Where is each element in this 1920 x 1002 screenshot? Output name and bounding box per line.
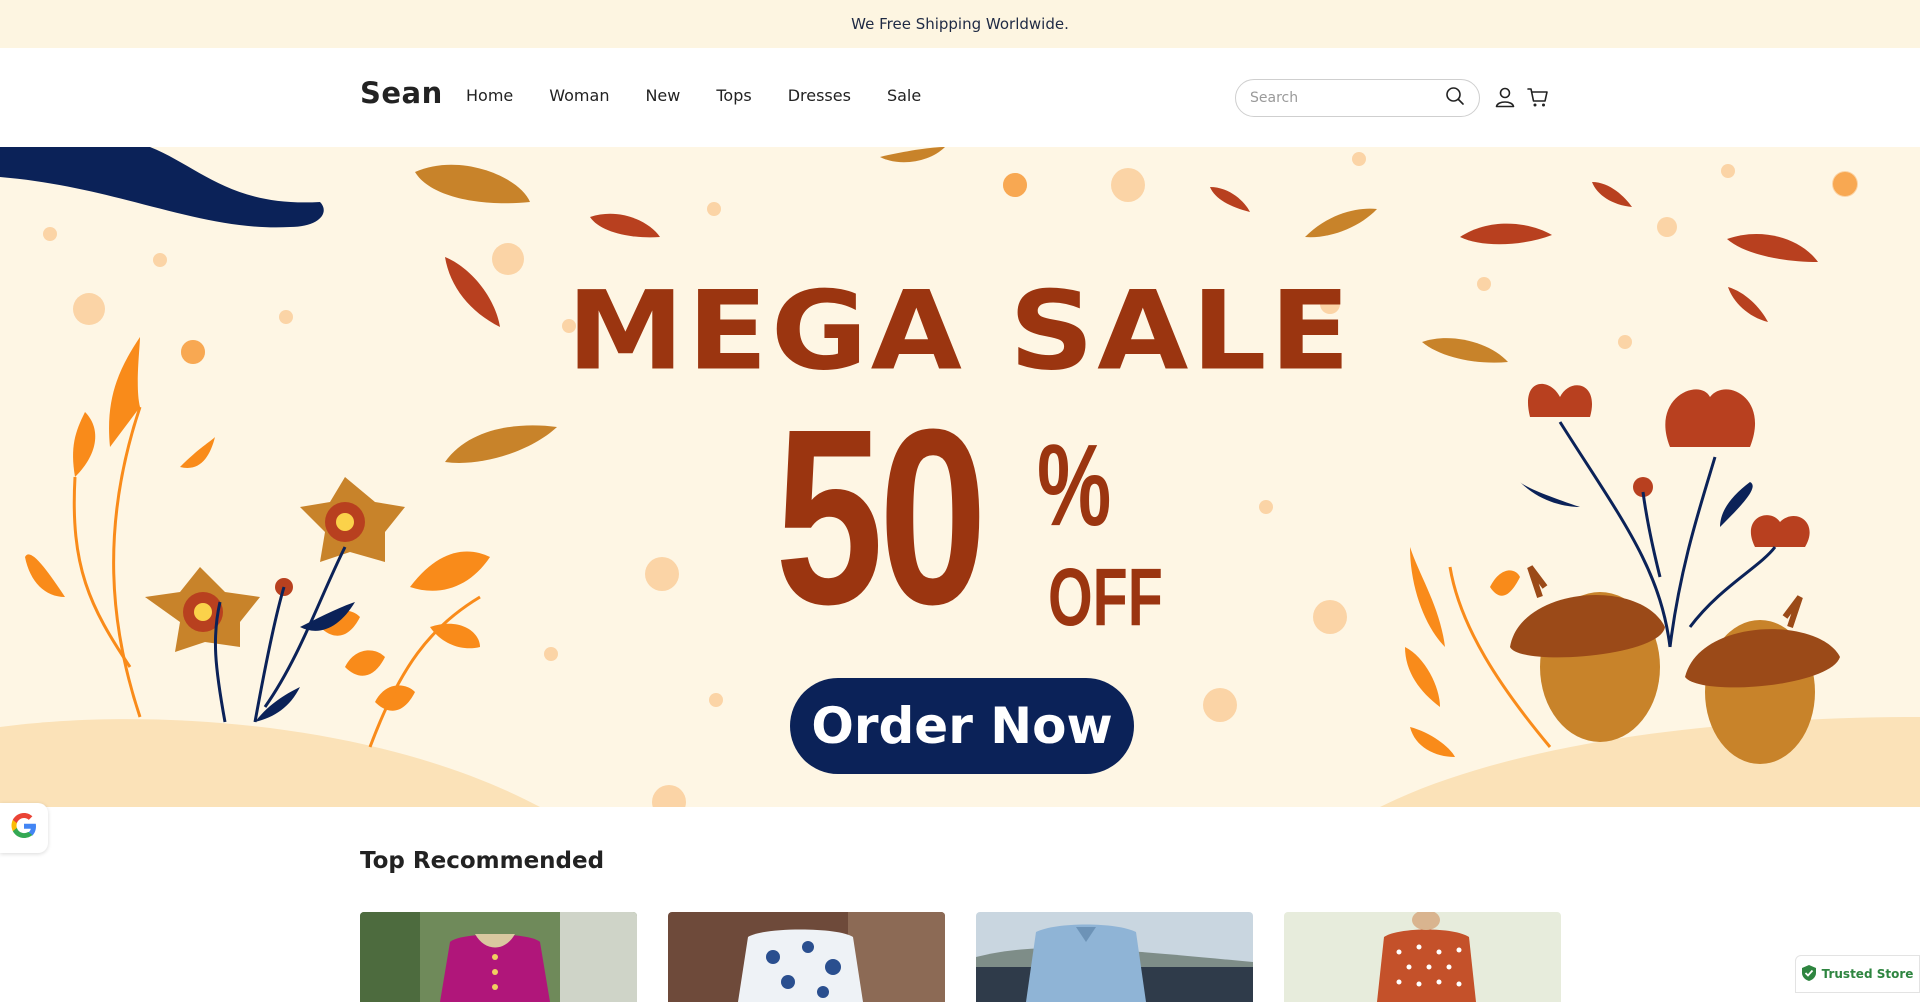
site-logo[interactable]: Sean xyxy=(360,76,443,110)
announcement-bar: We Free Shipping Worldwide. xyxy=(0,0,1920,48)
product-image-floral-dress[interactable] xyxy=(668,912,945,1002)
nav-dresses[interactable]: Dresses xyxy=(788,86,851,105)
section-title-top-recommended: Top Recommended xyxy=(360,848,605,874)
shield-check-icon xyxy=(1801,964,1816,984)
trusted-store-label: Trusted Store xyxy=(1821,967,1914,981)
nav-tops[interactable]: Tops xyxy=(716,86,751,105)
nav-sale[interactable]: Sale xyxy=(887,86,921,105)
cart-icon[interactable] xyxy=(1525,84,1551,110)
product-grid xyxy=(360,912,1561,1002)
trusted-store-badge[interactable]: Trusted Store xyxy=(1795,955,1920,993)
google-icon xyxy=(9,811,39,845)
hero-discount: 50 xyxy=(775,377,987,656)
nav-home[interactable]: Home xyxy=(466,86,513,105)
order-now-button[interactable]: Order Now xyxy=(790,678,1134,774)
search-box xyxy=(1235,79,1480,117)
search-icon[interactable] xyxy=(1445,86,1465,110)
main-nav: Home Woman New Tops Dresses Sale xyxy=(466,86,957,105)
nav-woman[interactable]: Woman xyxy=(549,86,609,105)
announcement-text: We Free Shipping Worldwide. xyxy=(851,15,1069,33)
search-input[interactable] xyxy=(1250,90,1445,106)
hero-headline: MEGA SALE xyxy=(566,267,1354,395)
product-card[interactable] xyxy=(1284,912,1561,1002)
hero-banner[interactable]: MEGA SALE 50 % OFF Order Now xyxy=(0,147,1920,807)
google-badge[interactable] xyxy=(0,803,48,853)
product-image-magenta-top[interactable] xyxy=(360,912,637,1002)
hero-off: OFF xyxy=(1048,552,1163,643)
product-card[interactable] xyxy=(360,912,637,1002)
hero-percent: % xyxy=(1037,420,1112,550)
product-image-polka-dot-top[interactable] xyxy=(1284,912,1561,1002)
account-icon[interactable] xyxy=(1492,84,1518,110)
product-card[interactable] xyxy=(668,912,945,1002)
product-image-blue-shirt[interactable] xyxy=(976,912,1253,1002)
product-card[interactable] xyxy=(976,912,1253,1002)
nav-new[interactable]: New xyxy=(645,86,680,105)
